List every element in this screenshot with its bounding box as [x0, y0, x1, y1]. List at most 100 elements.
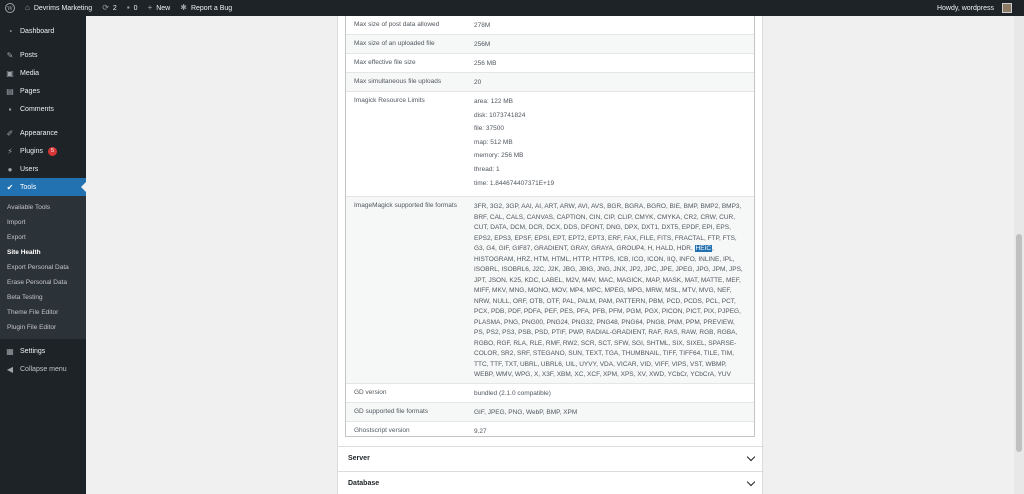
- comments-count: 0: [133, 4, 138, 12]
- brush-icon: ✐: [6, 128, 14, 138]
- sidebar-item-label: Dashboard: [20, 27, 55, 35]
- wrench-icon: ✔: [6, 182, 14, 192]
- submenu-available-tools[interactable]: Available Tools: [0, 200, 86, 215]
- row-value: GIF, JPEG, PNG, WebP, BMP, XPM: [474, 409, 578, 416]
- new-content-link[interactable]: + New: [143, 0, 176, 16]
- site-name: Devrims Marketing: [33, 4, 93, 12]
- wordpress-logo-icon[interactable]: W: [0, 0, 20, 16]
- row-value: bundled (2.1.0 compatible): [474, 390, 551, 397]
- submenu-export-personal-data[interactable]: Export Personal Data: [0, 260, 86, 275]
- page-icon: ▤: [6, 86, 14, 96]
- row-label: ImageMagick supported file formats: [354, 202, 457, 209]
- table-row: ImageMagick supported file formats 3FR, …: [346, 197, 754, 384]
- sidebar-item-label: Plugins: [20, 147, 43, 155]
- table-row: GD version bundled (2.1.0 compatible): [346, 384, 754, 403]
- tools-submenu: Available Tools Import Export Site Healt…: [0, 196, 86, 339]
- settings-icon: ▦: [6, 346, 14, 356]
- account-menu[interactable]: Howdy, wordpress: [932, 0, 1024, 16]
- imagick-limit: time: 1.844674407371E+19: [474, 179, 555, 187]
- row-value: 3FR, 3G2, 3GP, AAI, AI, ART, ARW, AVI, A…: [466, 197, 754, 383]
- sidebar-item-label: Users: [20, 165, 39, 173]
- sidebar-item-users[interactable]: ● Users: [0, 160, 86, 178]
- row-value: 256 MB: [474, 60, 497, 67]
- table-row: Imagick Resource Limits area: 122 MB dis…: [346, 92, 754, 197]
- sidebar-item-dashboard[interactable]: ◔ Dashboard: [0, 22, 86, 40]
- sidebar-item-label: Settings: [20, 347, 46, 355]
- sidebar-item-settings[interactable]: ▦ Settings: [0, 342, 86, 360]
- row-value: 9.27: [474, 428, 487, 435]
- collapse-icon: ◀: [6, 364, 14, 374]
- report-bug-label: Report a Bug: [190, 4, 233, 12]
- dashboard-icon: ◔: [7, 26, 13, 36]
- svg-text:W: W: [7, 6, 13, 12]
- chevron-down-icon: [746, 477, 756, 487]
- users-icon: ●: [7, 164, 13, 174]
- plugins-update-badge: 5: [47, 146, 58, 156]
- collapse-menu-button[interactable]: ◀ Collapse menu: [0, 360, 86, 378]
- table-row: Ghostscript version 9.27: [346, 422, 754, 441]
- sidebar-item-media[interactable]: ▣ Media: [0, 64, 86, 82]
- sidebar-item-label: Pages: [20, 87, 40, 95]
- page-scrollbar[interactable]: [1014, 16, 1024, 494]
- updates-icon: ⟳: [102, 3, 109, 12]
- row-value: area: 122 MB disk: 1073741824 file: 3750…: [466, 92, 754, 196]
- submenu-export[interactable]: Export: [0, 230, 86, 245]
- chevron-down-icon: [746, 452, 756, 462]
- row-value: 256M: [474, 41, 491, 48]
- submenu-theme-file-editor[interactable]: Theme File Editor: [0, 305, 86, 320]
- comment-icon: ▪: [126, 3, 130, 12]
- admin-sidebar: ◔ Dashboard ✎ Posts ▣ Media ▤ Pages ▪ Co…: [0, 16, 86, 494]
- comments-link[interactable]: ▪ 0: [122, 0, 143, 16]
- pin-icon: ✎: [6, 50, 14, 60]
- report-bug-link[interactable]: ✱ Report a Bug: [175, 0, 237, 16]
- table-row: Max size of an uploaded file 256M: [346, 35, 754, 54]
- sidebar-item-label: Comments: [20, 105, 54, 113]
- media-icon: ▣: [6, 68, 14, 78]
- plugin-icon: ⚡: [7, 146, 13, 156]
- formats-text: , HISTOGRAM, HRZ, HTM, HTML, HTTP, HTTPS…: [474, 245, 743, 378]
- accordion-server[interactable]: Server: [338, 446, 764, 470]
- row-label: Max size of post data allowed: [354, 21, 440, 28]
- table-row: Max size of post data allowed 278M: [346, 16, 754, 35]
- row-label: GD supported file formats: [354, 408, 429, 415]
- submenu-erase-personal-data[interactable]: Erase Personal Data: [0, 275, 86, 290]
- new-label: New: [156, 4, 171, 12]
- sidebar-item-comments[interactable]: ▪ Comments: [0, 100, 86, 118]
- home-icon: ⌂: [25, 3, 30, 12]
- sidebar-item-label: Appearance: [20, 129, 58, 137]
- imagick-limit: disk: 1073741824: [474, 111, 526, 119]
- row-label: Max size of an uploaded file: [354, 40, 435, 47]
- accordion-database[interactable]: Database: [338, 471, 764, 494]
- submenu-beta-testing[interactable]: Beta Testing: [0, 290, 86, 305]
- sidebar-item-posts[interactable]: ✎ Posts: [0, 46, 86, 64]
- updates-link[interactable]: ⟳ 2: [97, 0, 122, 16]
- scrollbar-thumb[interactable]: [1016, 234, 1022, 452]
- row-label: GD version: [354, 389, 387, 396]
- plus-icon: +: [147, 3, 153, 12]
- row-value: 278M: [474, 22, 491, 29]
- table-row: GD supported file formats GIF, JPEG, PNG…: [346, 403, 754, 422]
- submenu-plugin-file-editor[interactable]: Plugin File Editor: [0, 320, 86, 335]
- formats-highlighted-text: HEIC: [694, 245, 713, 252]
- imagick-limit: area: 122 MB: [474, 98, 514, 105]
- imagick-limit: file: 37500: [474, 125, 504, 133]
- sidebar-item-label: Collapse menu: [20, 365, 67, 373]
- site-name-link[interactable]: ⌂ Devrims Marketing: [20, 0, 97, 16]
- submenu-import[interactable]: Import: [0, 215, 86, 230]
- row-label: Max simultaneous file uploads: [354, 78, 442, 85]
- sidebar-item-pages[interactable]: ▤ Pages: [0, 82, 86, 100]
- table-row: Max effective file size 256 MB: [346, 54, 754, 73]
- sidebar-item-plugins[interactable]: ⚡ Plugins 5: [0, 142, 86, 160]
- submenu-site-health[interactable]: Site Health: [0, 245, 86, 260]
- sidebar-item-tools[interactable]: ✔ Tools: [0, 178, 86, 196]
- bug-icon: ✱: [180, 3, 187, 12]
- sidebar-item-label: Media: [20, 69, 40, 77]
- table-row: Max simultaneous file uploads 20: [346, 73, 754, 92]
- avatar: [1002, 3, 1012, 13]
- row-label: Max effective file size: [354, 59, 416, 66]
- sidebar-item-appearance[interactable]: ✐ Appearance: [0, 124, 86, 142]
- imagick-limit: map: 512 MB: [474, 138, 513, 146]
- accordion-title: Database: [348, 480, 380, 487]
- sidebar-item-label: Tools: [20, 183, 37, 191]
- comment-icon: ▪: [8, 104, 12, 114]
